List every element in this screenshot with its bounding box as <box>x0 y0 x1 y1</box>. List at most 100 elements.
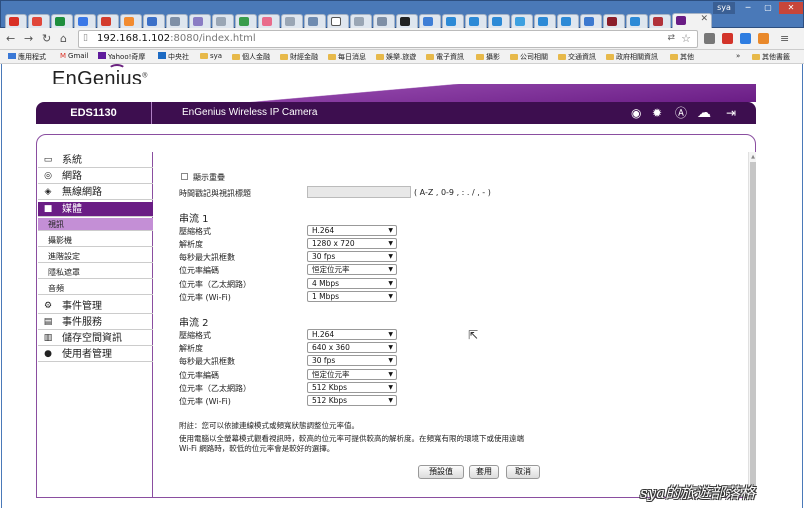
default-button[interactable]: 預設值 <box>418 465 464 479</box>
sidebar-item-network[interactable]: ◎ 網路 <box>38 169 153 184</box>
browser-tab[interactable] <box>488 14 510 28</box>
sidebar-item-event-management[interactable]: ⚙ 事件管理 <box>38 299 153 314</box>
overlay-checkbox[interactable] <box>181 173 188 180</box>
browser-tab[interactable] <box>189 14 211 28</box>
bookmark-folder[interactable]: 個人金融 <box>232 52 270 62</box>
browser-tab[interactable] <box>534 14 556 28</box>
browser-tab[interactable] <box>557 14 579 28</box>
reload-icon[interactable]: ↻ <box>42 32 51 45</box>
browser-tab[interactable] <box>212 14 234 28</box>
browser-tab[interactable] <box>580 14 602 28</box>
browser-tab[interactable] <box>281 14 303 28</box>
stream1-ethernet-bitrate-select[interactable]: 4 Mbps ▼ <box>307 278 397 289</box>
back-icon[interactable]: ← <box>6 32 15 45</box>
sidebar-subitem-privacy-mask[interactable]: 隱私遮罩 <box>38 266 153 279</box>
browser-tab[interactable] <box>143 14 165 28</box>
bookmark-yahoo[interactable]: Yahoo!奇摩 <box>98 52 145 62</box>
stream1-resolution-select[interactable]: 1280 x 720 ▼ <box>307 238 397 249</box>
bookmark-gmail[interactable]: M Gmail <box>60 52 88 60</box>
sidebar-item-event-service[interactable]: ▤ 事件服務 <box>38 315 153 330</box>
stream1-fps-select[interactable]: 30 fps ▼ <box>307 251 397 262</box>
browser-tab[interactable] <box>235 14 257 28</box>
browser-tab[interactable] <box>5 14 27 28</box>
home-icon[interactable]: ⌂ <box>60 32 67 45</box>
sidebar-subitem-camera[interactable]: 攝影機 <box>38 234 153 247</box>
menu-icon[interactable]: ≡ <box>780 32 789 45</box>
apply-button[interactable]: 套用 <box>469 465 499 479</box>
minimize-icon[interactable]: ─ <box>739 2 757 14</box>
scroll-up-icon[interactable]: ▲ <box>749 154 757 160</box>
browser-tab[interactable] <box>97 14 119 28</box>
logout-icon[interactable]: ⇥ <box>726 106 736 120</box>
browser-tab[interactable] <box>626 14 648 28</box>
stream2-ethernet-bitrate-select[interactable]: 512 Kbps ▼ <box>307 382 397 393</box>
bookmark-folder[interactable]: 交通資訊 <box>558 52 596 62</box>
translate-icon[interactable]: ⇄ <box>667 33 675 43</box>
sidebar-subitem-video[interactable]: 視訊 <box>38 218 153 231</box>
browser-tab[interactable] <box>465 14 487 28</box>
star-icon[interactable]: ☆ <box>681 32 691 45</box>
stream1-codec-select[interactable]: H.264 ▼ <box>307 225 397 236</box>
browser-tab[interactable] <box>419 14 441 28</box>
stream2-resolution-select[interactable]: 640 x 360 ▼ <box>307 342 397 353</box>
browser-tab[interactable] <box>511 14 533 28</box>
browser-tab[interactable] <box>166 14 188 28</box>
sidebar-item-system[interactable]: ▭ 系統 <box>38 153 153 168</box>
bookmark-folder[interactable]: 公司相關 <box>510 52 548 62</box>
bookmark-other[interactable]: 其他書籤 <box>752 52 790 62</box>
stream1-bitrate-mode-select[interactable]: 恒定位元率 ▼ <box>307 264 397 275</box>
bookmark-apps[interactable]: 應用程式 <box>8 52 46 62</box>
bookmark-folder[interactable]: 電子資訊 <box>426 52 464 62</box>
bookmark-folder[interactable]: 其他 <box>670 52 694 62</box>
browser-tab-active[interactable]: ✕ <box>672 13 712 29</box>
bookmarks-overflow[interactable]: » <box>736 52 740 60</box>
browser-tab[interactable] <box>603 14 625 28</box>
stream2-wifi-bitrate-select[interactable]: 512 Kbps ▼ <box>307 395 397 406</box>
browser-tab[interactable] <box>442 14 464 28</box>
scroll-thumb[interactable] <box>750 162 756 492</box>
browser-tab[interactable] <box>350 14 372 28</box>
bookmark-folder[interactable]: 攝影 <box>476 52 500 62</box>
browser-tab[interactable] <box>396 14 418 28</box>
camera-view-icon[interactable]: ◉ <box>631 106 641 120</box>
address-bar[interactable]: ▯ 192.168.1.102:8080/index.html ⇄ ☆ <box>78 30 698 48</box>
bookmark-folder[interactable]: sya <box>200 52 222 60</box>
browser-tab[interactable] <box>74 14 96 28</box>
sidebar-subitem-advanced[interactable]: 進階設定 <box>38 250 153 263</box>
forward-icon[interactable]: → <box>24 32 33 45</box>
stream1-wifi-bitrate-select[interactable]: 1 Mbps ▼ <box>307 291 397 302</box>
browser-tab[interactable] <box>327 14 349 28</box>
browser-tab[interactable] <box>649 14 671 28</box>
cloud-icon[interactable]: ☁ <box>697 106 711 120</box>
maximize-icon[interactable]: ▢ <box>759 2 777 14</box>
sidebar-item-wireless[interactable]: ◈ 無線網路 <box>38 185 153 200</box>
browser-tab[interactable] <box>373 14 395 28</box>
browser-tab[interactable] <box>258 14 280 28</box>
video-title-input[interactable] <box>307 186 411 198</box>
extension-icon[interactable] <box>704 33 715 44</box>
stream2-fps-select[interactable]: 30 fps ▼ <box>307 355 397 366</box>
sidebar-item-users[interactable]: ● 使用者管理 <box>38 347 153 362</box>
extension-icon[interactable] <box>758 33 769 44</box>
bookmark-folder[interactable]: 每日消息 <box>328 52 366 62</box>
sidebar-subitem-audio[interactable]: 音頻 <box>38 282 153 295</box>
cancel-button[interactable]: 取消 <box>506 465 540 479</box>
browser-tab[interactable] <box>304 14 326 28</box>
sidebar-item-media[interactable]: ■ 媒體 <box>38 202 153 217</box>
browser-tab[interactable] <box>28 14 50 28</box>
bookmark-folder[interactable]: 財經金融 <box>280 52 318 62</box>
sidebar-item-storage[interactable]: ▥ 儲存空間資訊 <box>38 331 153 346</box>
window-close-icon[interactable]: ✕ <box>779 2 803 14</box>
close-icon[interactable]: ✕ <box>700 14 708 24</box>
account-icon[interactable]: Ⓐ <box>675 106 687 120</box>
content-scrollbar[interactable]: ▲ <box>748 152 756 498</box>
settings-gear-icon[interactable]: ✹ <box>652 106 662 120</box>
bookmark-folder[interactable]: 政府相關資訊 <box>606 52 658 62</box>
extension-icon[interactable] <box>722 33 733 44</box>
stream2-bitrate-mode-select[interactable]: 恒定位元率 ▼ <box>307 369 397 380</box>
browser-tab[interactable] <box>51 14 73 28</box>
extension-icon[interactable] <box>740 33 751 44</box>
stream2-codec-select[interactable]: H.264 ▼ <box>307 329 397 340</box>
bookmark-cna[interactable]: 中央社 <box>158 52 189 62</box>
browser-tab[interactable] <box>120 14 142 28</box>
